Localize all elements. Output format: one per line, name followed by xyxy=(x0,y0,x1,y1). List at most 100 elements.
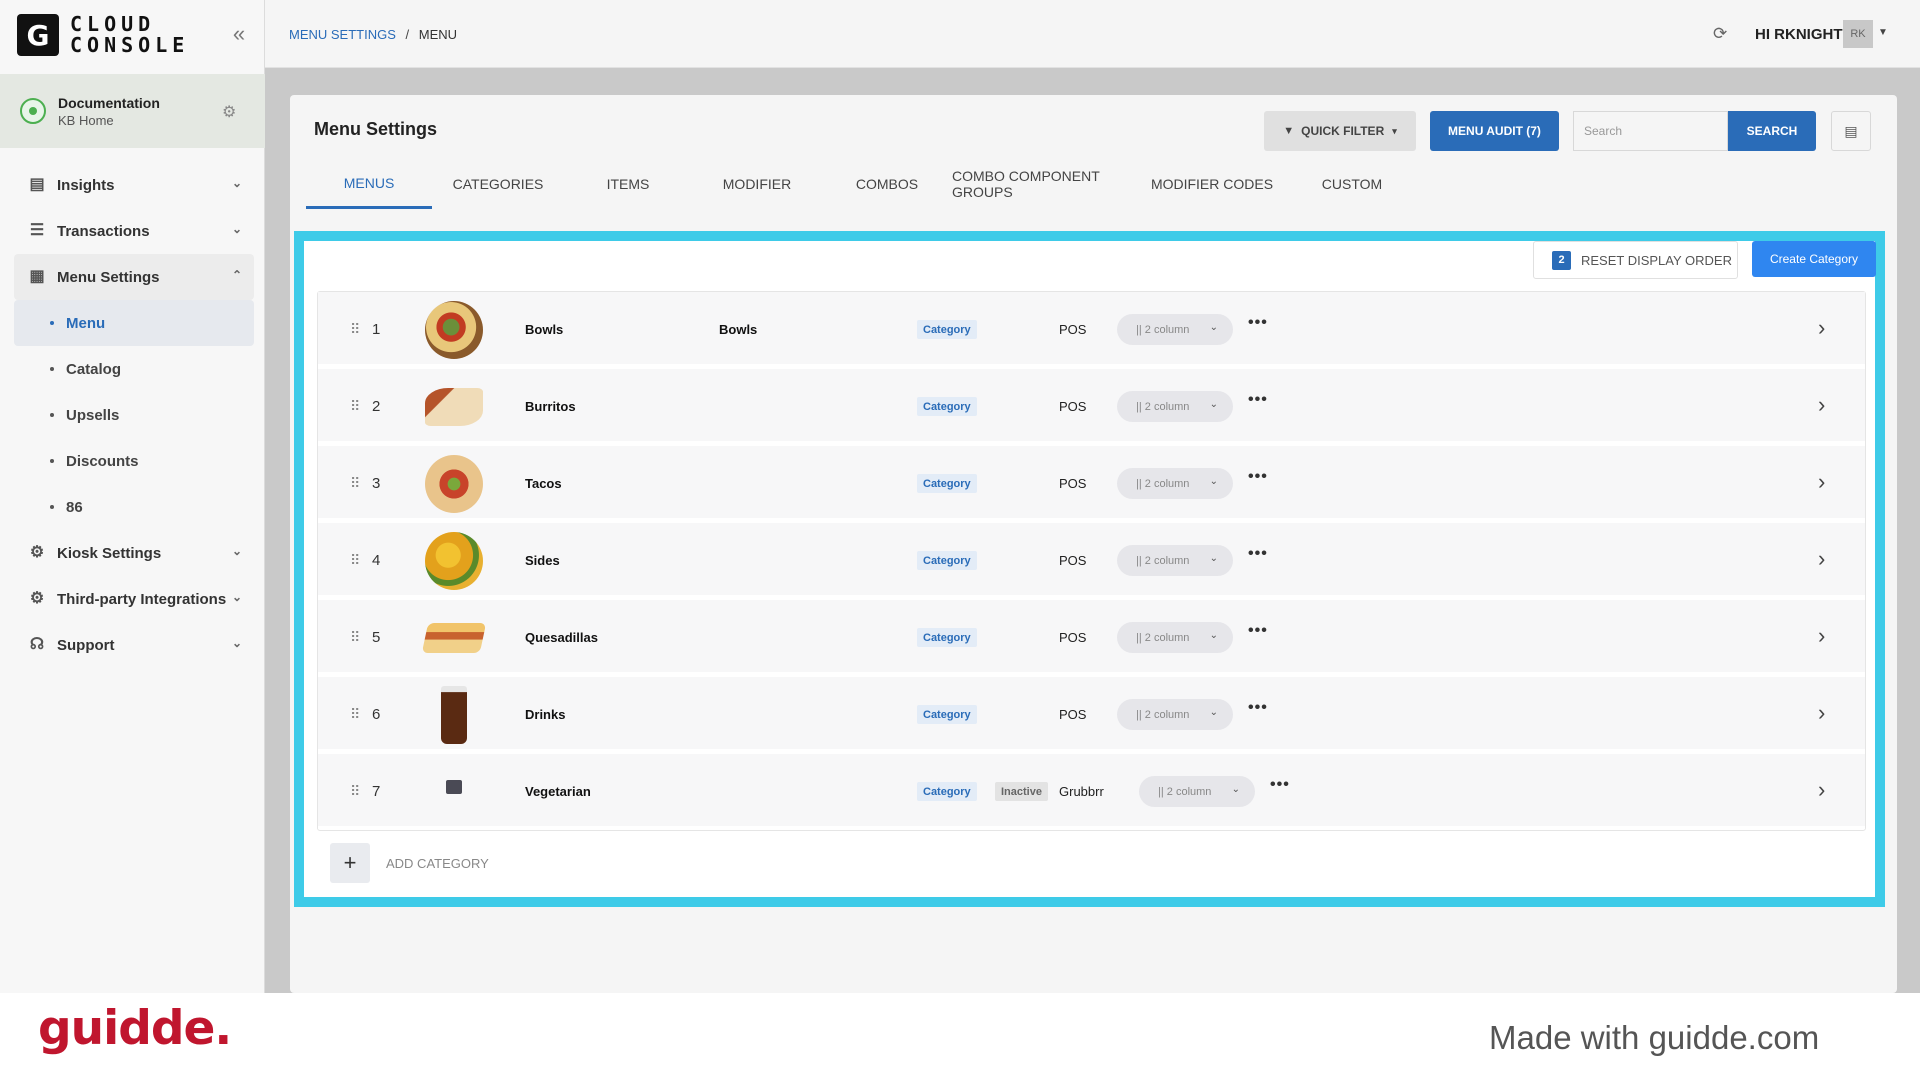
column-layout-select[interactable]: || 2 column ⌄ xyxy=(1117,545,1233,576)
category-description: Bowls xyxy=(719,322,758,337)
column-layout-value: || 2 column xyxy=(1158,785,1212,798)
more-options-icon[interactable]: ••• xyxy=(1248,699,1268,717)
guidde-footer: guidde. Made with guidde.com xyxy=(0,993,1920,1079)
table-row[interactable]: ⠿ 6 Drinks Category POS || 2 column ⌄ ••… xyxy=(318,677,1865,752)
create-category-button[interactable]: Create Category xyxy=(1752,241,1876,277)
chevron-right-icon[interactable]: › xyxy=(1818,316,1825,340)
table-row[interactable]: ⠿ 7 Vegetarian Category Inactive Grubbrr… xyxy=(318,754,1865,829)
row-number: 4 xyxy=(372,552,381,569)
category-type-chip: Category xyxy=(917,551,977,570)
sidebar-item-menu-settings[interactable]: ▦ Menu Settings ⌃ xyxy=(14,254,254,300)
add-category[interactable]: + ADD CATEGORY xyxy=(330,843,489,883)
drag-handle-icon[interactable]: ⠿ xyxy=(350,629,360,645)
sidebar-subitem-discounts[interactable]: Discounts xyxy=(14,438,254,484)
sidebar-item-insights[interactable]: ▤ Insights ⌄ xyxy=(14,162,254,208)
chevron-right-icon[interactable]: › xyxy=(1818,547,1825,571)
bullet-icon xyxy=(50,321,54,325)
sidebar-subitem-catalog[interactable]: Catalog xyxy=(14,346,254,392)
quick-filter-button[interactable]: ▼ QUICK FILTER ▾ xyxy=(1264,111,1416,151)
drag-handle-icon[interactable]: ⠿ xyxy=(350,552,360,568)
search-button[interactable]: SEARCH xyxy=(1728,111,1816,151)
logo[interactable]: G CLOUD CONSOLE xyxy=(17,14,189,56)
avatar[interactable]: RK xyxy=(1843,20,1873,48)
reset-display-order-button[interactable]: 2 RESET DISPLAY ORDER xyxy=(1533,241,1738,279)
sidebar-subitem-menu[interactable]: Menu xyxy=(14,300,254,346)
sidebar-item-transactions[interactable]: ☰ Transactions ⌄ xyxy=(14,208,254,254)
sidebar-item-support[interactable]: ☊ Support ⌄ xyxy=(14,622,254,668)
tab-items[interactable]: ITEMS xyxy=(564,159,692,209)
caret-down-icon[interactable]: ▼ xyxy=(1878,27,1888,38)
breadcrumb-link-menu-settings[interactable]: MENU SETTINGS xyxy=(289,27,396,42)
inactive-status-chip: Inactive xyxy=(995,782,1048,801)
image-placeholder-icon xyxy=(446,780,462,794)
column-layout-select[interactable]: || 2 column ⌄ xyxy=(1117,468,1233,499)
account-switcher[interactable]: Documentation KB Home ⚙ xyxy=(0,74,265,148)
refresh-icon[interactable]: ⟳ xyxy=(1713,24,1727,44)
category-source: POS xyxy=(1059,476,1087,491)
sidebar-subitem-label: Discounts xyxy=(66,452,139,470)
column-layout-select[interactable]: || 2 column ⌄ xyxy=(1139,776,1255,807)
chevron-right-icon[interactable]: › xyxy=(1818,701,1825,725)
more-options-icon[interactable]: ••• xyxy=(1248,545,1268,563)
bowls-thumbnail xyxy=(425,301,483,359)
more-options-icon[interactable]: ••• xyxy=(1248,391,1268,409)
filter-icon: ▼ xyxy=(1283,125,1295,137)
menu-audit-button[interactable]: MENU AUDIT (7) xyxy=(1430,111,1559,151)
drag-handle-icon[interactable]: ⠿ xyxy=(350,321,360,337)
category-name: Quesadillas xyxy=(525,630,598,645)
tab-combos[interactable]: COMBOS xyxy=(822,159,952,209)
table-row[interactable]: ⠿ 2 Burritos Category POS || 2 column ⌄ … xyxy=(318,369,1865,444)
chevron-right-icon[interactable]: › xyxy=(1818,624,1825,648)
table-row[interactable]: ⠿ 4 Sides Category POS || 2 column ⌄ •••… xyxy=(318,523,1865,598)
sidebar-item-kiosk-settings[interactable]: ⚙ Kiosk Settings ⌄ xyxy=(14,530,254,576)
table-row[interactable]: ⠿ 5 Quesadillas Category POS || 2 column… xyxy=(318,600,1865,675)
chevron-down-icon: ⌄ xyxy=(231,590,242,604)
quick-filter-label: QUICK FILTER xyxy=(1301,124,1385,138)
column-layout-select[interactable]: || 2 column ⌄ xyxy=(1117,314,1233,345)
tab-custom[interactable]: CUSTOM xyxy=(1282,159,1422,209)
tab-modifier[interactable]: MODIFIER xyxy=(692,159,822,209)
sidebar-item-label: Third-party Integrations xyxy=(57,590,227,608)
add-category-label[interactable]: ADD CATEGORY xyxy=(386,856,489,871)
sidebar-subitem-86[interactable]: 86 xyxy=(14,484,254,530)
column-layout-select[interactable]: || 2 column ⌄ xyxy=(1117,699,1233,730)
plus-icon[interactable]: + xyxy=(330,843,370,883)
chevron-right-icon[interactable]: › xyxy=(1818,778,1825,802)
tab-modifier-codes[interactable]: MODIFIER CODES xyxy=(1142,159,1282,209)
gear-icon[interactable]: ⚙ xyxy=(222,102,236,122)
drag-handle-icon[interactable]: ⠿ xyxy=(350,706,360,722)
categories-panel: 2 RESET DISPLAY ORDER Create Category ⠿ … xyxy=(294,231,1885,907)
column-layout-select[interactable]: || 2 column ⌄ xyxy=(1117,622,1233,653)
tab-bar: MENUS CATEGORIES ITEMS MODIFIER COMBOS C… xyxy=(306,159,1422,209)
chevron-down-icon: ⌄ xyxy=(231,544,242,558)
menu-settings-icon: ▦ xyxy=(29,268,45,285)
export-document-icon[interactable]: ▤ xyxy=(1831,111,1871,151)
chevron-right-icon[interactable]: › xyxy=(1818,470,1825,494)
more-options-icon[interactable]: ••• xyxy=(1248,622,1268,640)
tab-menus[interactable]: MENUS xyxy=(306,159,432,209)
tab-combo-component-groups[interactable]: COMBO COMPONENT GROUPS xyxy=(952,159,1142,209)
search-input[interactable] xyxy=(1573,111,1728,151)
chevron-down-icon: ⌄ xyxy=(1209,707,1218,718)
more-options-icon[interactable]: ••• xyxy=(1248,314,1268,332)
drag-handle-icon[interactable]: ⠿ xyxy=(350,783,360,799)
bullet-icon xyxy=(50,459,54,463)
chevron-down-icon: ⌄ xyxy=(231,176,242,190)
sidebar-item-third-party-integrations[interactable]: ⚙ Third-party Integrations ⌄ xyxy=(14,576,254,622)
chevron-down-icon: ⌄ xyxy=(1231,784,1240,795)
category-name: Bowls xyxy=(525,322,564,337)
table-row[interactable]: ⠿ 3 Tacos Category POS || 2 column ⌄ •••… xyxy=(318,446,1865,521)
user-greeting[interactable]: HI RKNIGHT xyxy=(1755,26,1843,43)
collapse-sidebar-icon[interactable]: « xyxy=(228,23,250,46)
sidebar-subitem-upsells[interactable]: Upsells xyxy=(14,392,254,438)
more-options-icon[interactable]: ••• xyxy=(1270,776,1290,794)
tab-categories[interactable]: CATEGORIES xyxy=(432,159,564,209)
row-number: 7 xyxy=(372,783,381,800)
drag-handle-icon[interactable]: ⠿ xyxy=(350,475,360,491)
drag-handle-icon[interactable]: ⠿ xyxy=(350,398,360,414)
chevron-right-icon[interactable]: › xyxy=(1818,393,1825,417)
row-number: 6 xyxy=(372,706,381,723)
more-options-icon[interactable]: ••• xyxy=(1248,468,1268,486)
table-row[interactable]: ⠿ 1 Bowls Bowls Category POS || 2 column… xyxy=(318,292,1865,367)
column-layout-select[interactable]: || 2 column ⌄ xyxy=(1117,391,1233,422)
